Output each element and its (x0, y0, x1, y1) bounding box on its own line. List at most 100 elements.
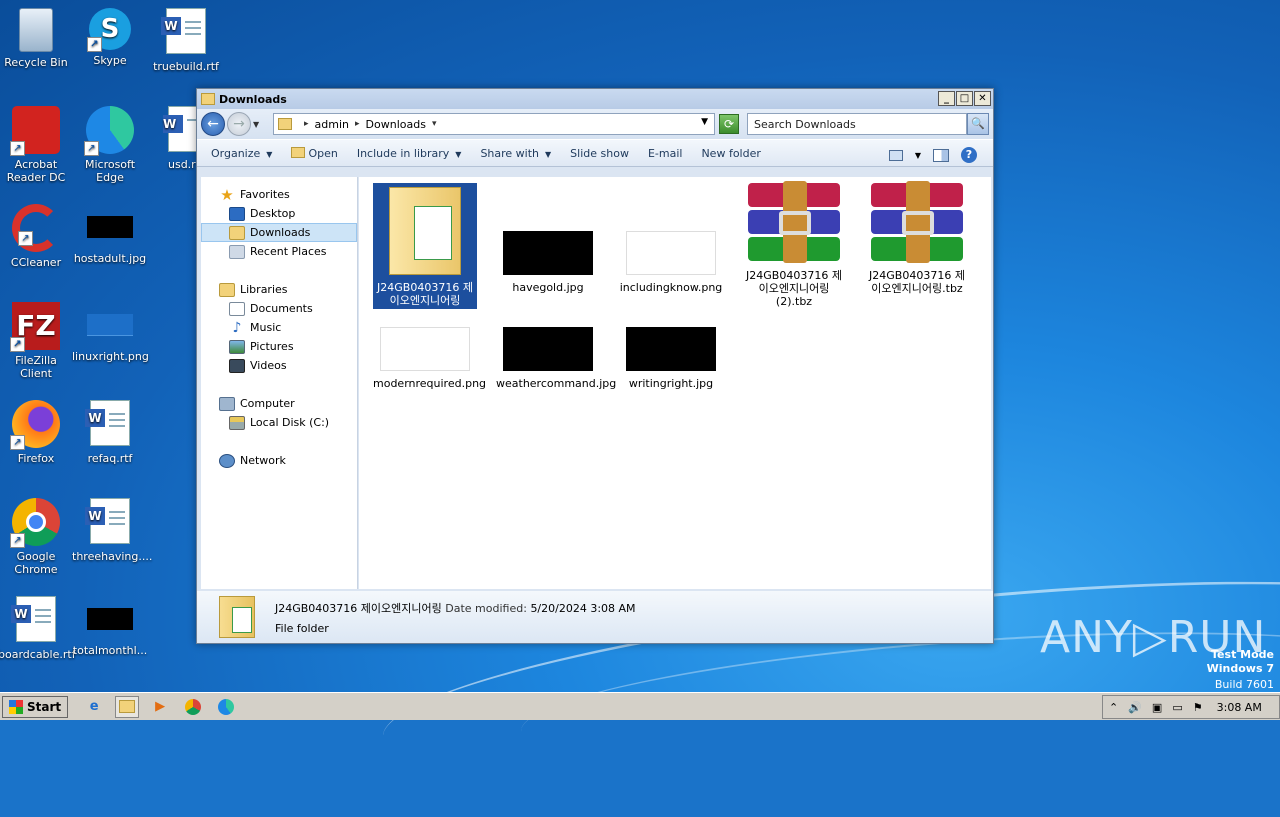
volume-icon[interactable]: 🔊 (1128, 701, 1142, 714)
folder-icon (291, 146, 306, 158)
desktop-icon-ccleaner[interactable]: ↗ CCleaner (0, 204, 74, 269)
close-button[interactable]: ✕ (974, 91, 991, 106)
file-item-tbz[interactable]: J24GB0403716 제이오엔지니어링.tbz (865, 181, 969, 295)
email-button[interactable]: E-mail (648, 147, 683, 160)
folder-icon (389, 187, 461, 275)
show-hidden-icons-icon[interactable]: ⌃ (1109, 701, 1118, 714)
desktop-icon-skype[interactable]: S ↗ Skype (72, 8, 148, 67)
desktop-icon-totalmonthly[interactable]: totalmonthl... (72, 596, 148, 657)
nav-local-disk[interactable]: Local Disk (C:) (201, 413, 357, 432)
nav-pictures[interactable]: Pictures (201, 337, 357, 356)
drive-icon (229, 415, 245, 430)
desktop-icon-threehaving[interactable]: threehaving.... (72, 498, 152, 563)
window-titlebar[interactable]: Downloads _ □ ✕ (197, 89, 993, 109)
maximize-button[interactable]: □ (956, 91, 973, 106)
word-document-icon (161, 8, 210, 56)
file-item-tbz-2[interactable]: J24GB0403716 제이오엔지니어링(2).tbz (742, 181, 846, 308)
nav-downloads[interactable]: Downloads (201, 223, 357, 242)
open-button[interactable]: Open (291, 146, 338, 160)
nav-documents[interactable]: Documents (201, 299, 357, 318)
skype-icon: S ↗ (87, 8, 131, 52)
desktop-icon-hostadult[interactable]: hostadult.jpg (72, 204, 148, 265)
nav-network[interactable]: Network (201, 451, 357, 470)
window-title: Downloads (219, 92, 287, 106)
desktop-icon-boardcable[interactable]: boardcable.rtf (0, 596, 76, 661)
nav-desktop[interactable]: Desktop (201, 204, 357, 223)
image-thumbnail-icon (503, 231, 593, 275)
desktop-icon-truebuild[interactable]: truebuild.rtf (148, 8, 224, 73)
navigation-pane: ★ Favorites Desktop Downloads Recent Plac… (201, 177, 358, 589)
details-modified-label: Date modified: (445, 601, 527, 615)
nav-music[interactable]: ♪ Music (201, 318, 357, 337)
folder-icon (278, 118, 292, 130)
word-document-icon (85, 498, 134, 546)
address-box[interactable]: ▸ admin ▸ Downloads ▾ ▼ (273, 113, 715, 135)
network-tray-icon[interactable]: ▣ (1152, 701, 1162, 714)
internet-explorer-icon[interactable]: e (82, 696, 106, 718)
back-button[interactable]: ← (201, 112, 225, 136)
breadcrumb-chevron-icon[interactable]: ▸ (355, 119, 360, 129)
desktop-icon-acrobat[interactable]: ↗ Acrobat Reader DC (0, 106, 74, 184)
change-view-icon[interactable] (888, 149, 903, 161)
desktop-icon-chrome[interactable]: ↗ Google Chrome (0, 498, 74, 576)
desktop-icon-refaq[interactable]: refaq.rtf (72, 400, 148, 465)
file-item-havegold[interactable]: havegold.jpg (496, 183, 600, 294)
nav-recent-places[interactable]: Recent Places (201, 242, 357, 261)
start-button[interactable]: Start (2, 695, 69, 718)
help-icon[interactable]: ? (961, 147, 977, 163)
nav-videos[interactable]: Videos (201, 356, 357, 375)
documents-icon (229, 301, 245, 316)
share-with-menu[interactable]: Share with ▼ (480, 147, 551, 160)
file-item-writingright[interactable]: writingright.jpg (619, 315, 723, 390)
word-document-icon (85, 400, 134, 448)
search-icon[interactable]: 🔍 (967, 113, 989, 135)
breadcrumb-chevron-icon[interactable]: ▾ (432, 119, 437, 129)
recent-pages-dropdown[interactable]: ▼ (253, 120, 259, 129)
view-dropdown-icon[interactable]: ▼ (915, 151, 921, 160)
desktop-icon-firefox[interactable]: ↗ Firefox (0, 400, 74, 465)
desktop-icon-edge[interactable]: ↗ Microsoft Edge (72, 106, 148, 184)
winrar-archive-icon (748, 181, 840, 263)
explorer-taskbar-icon[interactable] (115, 695, 140, 718)
refresh-button[interactable]: ⟳ (719, 114, 739, 134)
media-player-icon[interactable]: ▶ (148, 696, 172, 718)
network-icon (219, 453, 235, 468)
new-folder-button[interactable]: New folder (701, 147, 760, 160)
star-icon: ★ (220, 185, 234, 204)
acrobat-icon: ↗ (10, 106, 60, 156)
computer-icon (219, 396, 235, 411)
file-item-includingknow[interactable]: includingknow.png (619, 183, 723, 294)
address-dropdown-icon[interactable]: ▼ (701, 117, 708, 127)
include-in-library-menu[interactable]: Include in library ▼ (357, 147, 462, 160)
pictures-icon (229, 339, 245, 354)
file-item-folder[interactable]: J24GB0403716 제이오엔지니어링 (372, 182, 478, 310)
clock[interactable]: 3:08 AM (1217, 701, 1262, 714)
action-center-flag-icon[interactable]: ⚑ (1193, 701, 1203, 714)
nav-favorites[interactable]: ★ Favorites (201, 185, 357, 204)
search-input[interactable]: Search Downloads (747, 113, 967, 135)
breadcrumb-downloads[interactable]: Downloads (366, 118, 426, 131)
slide-show-button[interactable]: Slide show (570, 147, 629, 160)
command-bar: Organize ▼ Open Include in library ▼ Share… (197, 139, 993, 167)
desktop-icon-linuxright[interactable]: linuxright.png (72, 302, 149, 363)
forward-button[interactable]: → (227, 112, 251, 136)
music-icon: ♪ (232, 319, 242, 336)
edge-taskbar-icon[interactable] (214, 696, 238, 718)
minimize-button[interactable]: _ (938, 91, 955, 106)
chrome-taskbar-icon[interactable] (181, 696, 205, 718)
power-icon[interactable]: ▭ (1172, 701, 1182, 714)
firefox-icon: ↗ (10, 400, 60, 450)
preview-pane-icon[interactable] (933, 148, 949, 162)
nav-libraries[interactable]: Libraries (201, 280, 357, 299)
file-item-weathercommand[interactable]: weathercommand.jpg (496, 315, 616, 390)
organize-menu[interactable]: Organize ▼ (211, 147, 272, 160)
desktop-icon-recycle-bin[interactable]: Recycle Bin (0, 8, 74, 69)
file-item-modernrequired[interactable]: modernrequired.png (373, 315, 486, 390)
breadcrumb-admin[interactable]: admin (315, 118, 349, 131)
windows-flag-icon (9, 699, 23, 714)
breadcrumb-chevron-icon[interactable]: ▸ (304, 119, 309, 129)
desktop-icon-filezilla[interactable]: FZ ↗ FileZilla Client (0, 302, 74, 380)
nav-computer[interactable]: Computer (201, 394, 357, 413)
view-controls: ▼ ? (877, 147, 977, 163)
ccleaner-icon: ↗ (12, 204, 60, 252)
